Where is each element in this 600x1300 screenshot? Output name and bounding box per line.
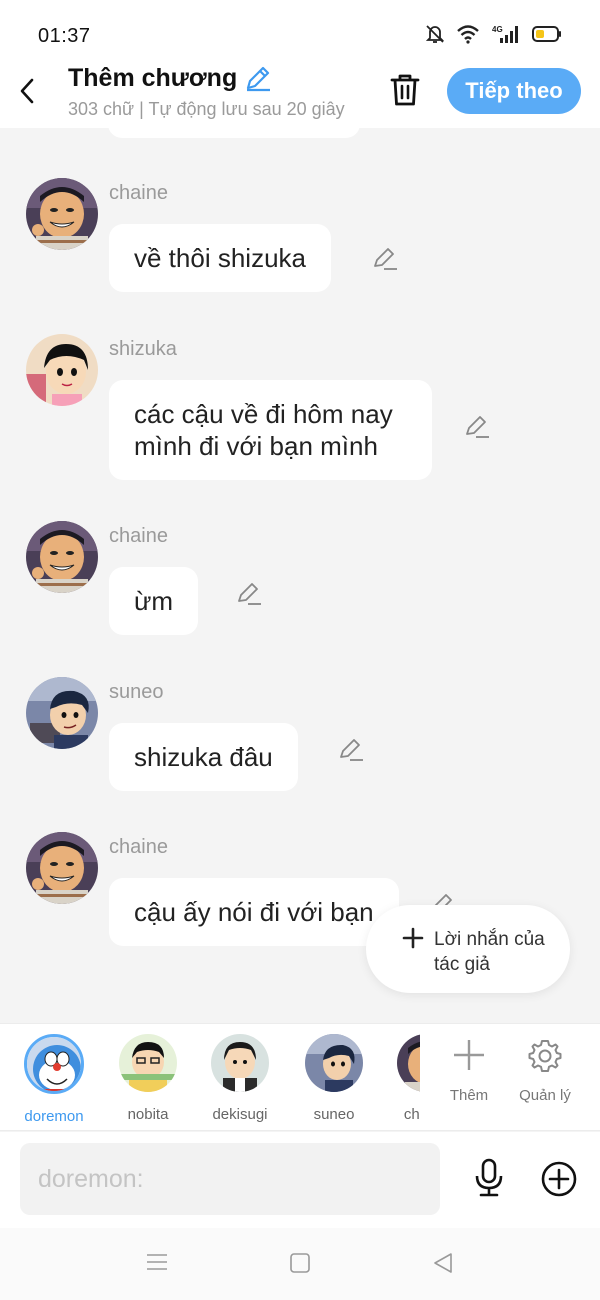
- manage-label: Quản lý: [519, 1087, 571, 1104]
- wifi-icon: [457, 25, 479, 44]
- message-bubble[interactable]: ừm: [109, 567, 199, 635]
- character-name: dekisugi: [212, 1106, 268, 1123]
- avatar: [211, 1034, 269, 1092]
- status-bar: 01:37 4G: [0, 0, 600, 60]
- character-name: doremon: [24, 1108, 84, 1125]
- avatar: [119, 1034, 177, 1092]
- avatar[interactable]: [26, 521, 98, 593]
- avatar[interactable]: [26, 832, 98, 904]
- avatar: [24, 1034, 84, 1094]
- next-button[interactable]: Tiếp theo: [447, 68, 581, 114]
- gear-icon: [528, 1040, 562, 1072]
- sender-name: chaine: [109, 836, 168, 858]
- composer: [0, 1132, 600, 1228]
- edit-pencil-icon[interactable]: [338, 737, 364, 763]
- sender-name: suneo: [109, 681, 164, 703]
- back-button[interactable]: [14, 74, 40, 108]
- add-character-button[interactable]: Thêm: [434, 1038, 504, 1104]
- svg-text:4G: 4G: [492, 25, 503, 34]
- previous-message-bubble[interactable]: [108, 128, 360, 138]
- sender-name: shizuka: [109, 338, 177, 360]
- title-row: Thêm chương: [68, 63, 273, 93]
- message-bubble[interactable]: shizuka đâu: [109, 723, 298, 791]
- character-item[interactable]: chaine: [388, 1034, 420, 1123]
- menu-icon[interactable]: [146, 1252, 168, 1272]
- trash-icon[interactable]: [388, 72, 422, 108]
- character-name: suneo: [313, 1106, 355, 1123]
- add-label: Thêm: [449, 1087, 489, 1104]
- character-name: chaine: [403, 1106, 420, 1123]
- avatar: [397, 1034, 420, 1092]
- avatar[interactable]: [26, 677, 98, 749]
- message-input[interactable]: [20, 1143, 440, 1215]
- edit-pencil-icon[interactable]: [372, 246, 398, 272]
- avatar[interactable]: [26, 178, 98, 250]
- microphone-icon[interactable]: [472, 1158, 506, 1198]
- plus-icon: [402, 927, 424, 949]
- page-title: Thêm chương: [68, 63, 238, 92]
- edit-pencil-icon[interactable]: [464, 414, 490, 440]
- system-nav-bar: [0, 1228, 600, 1300]
- back-triangle-icon[interactable]: [432, 1252, 454, 1274]
- add-circle-icon[interactable]: [540, 1160, 578, 1198]
- sender-name: chaine: [109, 525, 168, 547]
- message-bubble[interactable]: cậu ấy nói đi với bạn: [109, 878, 399, 946]
- mute-bell-icon: [426, 25, 444, 43]
- manage-button[interactable]: Quản lý: [510, 1038, 580, 1104]
- author-note-button[interactable]: Lời nhắn của tác giả: [366, 905, 570, 993]
- message-bubble[interactable]: về thôi shizuka: [109, 224, 331, 292]
- character-bar: doremon nobita dekisugi suneo ch Thêm Qu…: [0, 1023, 600, 1131]
- header: Thêm chương 303 chữ | Tự động lưu sau 20…: [0, 60, 600, 128]
- chat-area: chaine về thôi shizuka shizuka các cậu v…: [0, 128, 600, 1023]
- avatar: [305, 1034, 363, 1092]
- character-item[interactable]: suneo: [296, 1034, 372, 1123]
- message-bubble[interactable]: các cậu về đi hôm nay mình đi với bạn mì…: [109, 380, 432, 480]
- pencil-icon[interactable]: [243, 63, 273, 93]
- plus-icon: [454, 1040, 484, 1070]
- word-count-autosave: 303 chữ | Tự động lưu sau 20 giây: [68, 99, 345, 119]
- edit-pencil-icon[interactable]: [236, 581, 262, 607]
- status-icons: 4G: [426, 24, 562, 44]
- character-item[interactable]: doremon: [16, 1034, 92, 1125]
- character-item[interactable]: nobita: [110, 1034, 186, 1123]
- character-list[interactable]: doremon nobita dekisugi suneo ch: [0, 1024, 420, 1132]
- back-icon: [20, 78, 34, 104]
- home-square-icon[interactable]: [289, 1252, 311, 1274]
- status-time: 01:37: [38, 25, 91, 47]
- sender-name: chaine: [109, 182, 168, 204]
- character-name: nobita: [127, 1106, 169, 1123]
- avatar[interactable]: [26, 334, 98, 406]
- signal-4g-icon: 4G: [492, 25, 518, 43]
- battery-icon: [532, 26, 561, 42]
- character-item[interactable]: dekisugi: [202, 1034, 278, 1123]
- author-note-label: Lời nhắn của tác giả: [434, 929, 545, 975]
